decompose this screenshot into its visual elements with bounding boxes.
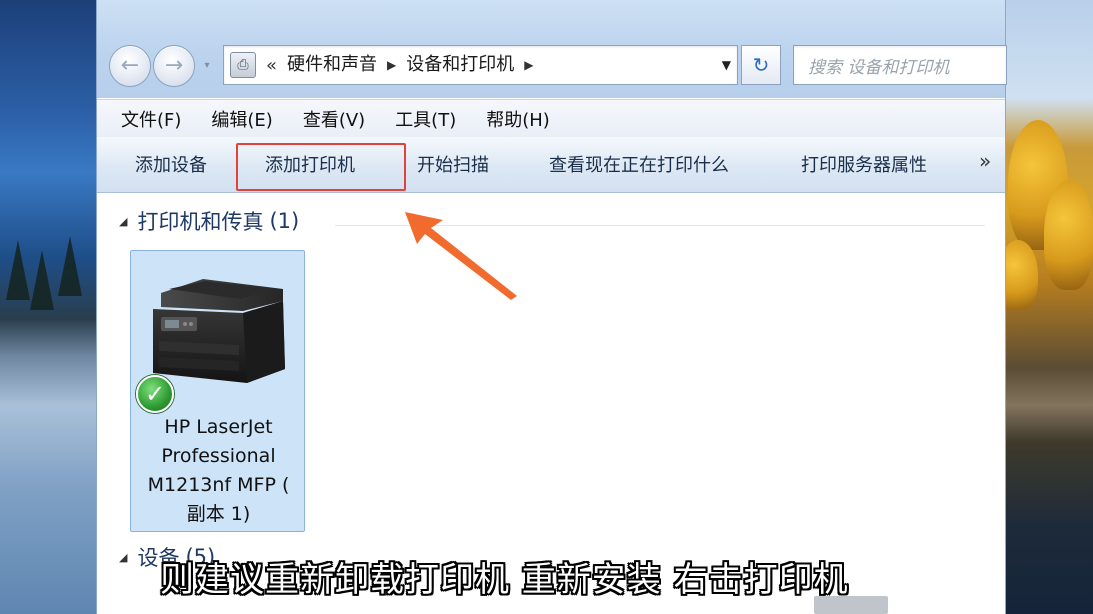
add-device-button[interactable]: 添加设备 [135, 151, 207, 177]
devices-content-area: ◢ 打印机和传真 (1) ✓ HP LaserJet Professional … [97, 194, 1005, 614]
menu-view[interactable]: 查看(V) [303, 106, 365, 132]
printer-item[interactable]: ✓ HP LaserJet Professional M1213nf MFP (… [130, 250, 305, 532]
more-commands-button[interactable]: » [979, 149, 991, 173]
chevron-right-icon[interactable]: ▶ [524, 59, 533, 71]
collapse-triangle-icon[interactable]: ◢ [119, 551, 127, 564]
refresh-button[interactable]: ↻ [741, 45, 781, 85]
print-server-properties-button[interactable]: 打印服务器属性 [801, 151, 927, 177]
menu-file[interactable]: 文件(F) [121, 106, 181, 132]
explorer-window: ← → ▾ ⎙ « 硬件和声音 ▶ 设备和打印机 ▶ ▼ ↻ 搜索 设备和打印机… [96, 0, 1007, 614]
menu-help[interactable]: 帮助(H) [486, 106, 550, 132]
search-input[interactable]: 搜索 设备和打印机 [793, 45, 1007, 85]
command-bar: 添加设备 添加打印机 开始扫描 查看现在正在打印什么 打印服务器属性 » [97, 137, 1005, 193]
video-subtitle: 则建议重新卸载打印机 重新安装 右击打印机 [160, 560, 849, 600]
breadcrumb-devices-printers[interactable]: 设备和打印机 [406, 56, 514, 74]
see-whats-printing-button[interactable]: 查看现在正在打印什么 [549, 151, 729, 177]
screen: ← → ▾ ⎙ « 硬件和声音 ▶ 设备和打印机 ▶ ▼ ↻ 搜索 设备和打印机… [0, 0, 1093, 614]
group-title: 打印机和传真 [137, 210, 264, 234]
add-printer-button[interactable]: 添加打印机 [265, 151, 355, 177]
autumn-tree-shape [1044, 180, 1093, 290]
pine-tree-shape [6, 240, 30, 300]
arrow-left-icon: ← [120, 53, 140, 78]
desktop-wallpaper-left [0, 0, 100, 614]
collapse-triangle-icon[interactable]: ◢ [119, 215, 127, 228]
arrow-right-icon: → [164, 53, 184, 78]
start-scan-button[interactable]: 开始扫描 [417, 151, 489, 177]
default-printer-check-icon: ✓ [136, 375, 174, 413]
forward-button[interactable]: → [153, 45, 195, 87]
group-divider [335, 225, 985, 226]
printer-name-label: HP LaserJet Professional M1213nf MFP ( 副… [147, 416, 290, 525]
back-button[interactable]: ← [109, 45, 151, 87]
pine-tree-shape [58, 236, 82, 296]
menu-tools[interactable]: 工具(T) [395, 106, 456, 132]
chevron-right-icon[interactable]: ▶ [387, 59, 396, 71]
breadcrumb-overflow[interactable]: « [266, 55, 277, 76]
printer-icon [153, 279, 285, 383]
address-dropdown-icon[interactable]: ▼ [722, 58, 731, 72]
menu-edit[interactable]: 编辑(E) [211, 106, 272, 132]
devices-printers-icon: ⎙ [230, 52, 256, 78]
refresh-icon: ↻ [752, 53, 770, 77]
menu-bar: 文件(F) 编辑(E) 查看(V) 工具(T) 帮助(H) [97, 99, 1005, 137]
group-count: (1) [269, 209, 300, 233]
address-bar[interactable]: ⎙ « 硬件和声音 ▶ 设备和打印机 ▶ ▼ [223, 45, 738, 85]
recent-pages-dropdown[interactable]: ▾ [201, 60, 213, 72]
breadcrumb-hardware-sound[interactable]: 硬件和声音 [287, 56, 377, 74]
pine-tree-shape [30, 250, 54, 310]
search-placeholder: 搜索 设备和打印机 [808, 57, 950, 78]
desktop-wallpaper-right [998, 0, 1093, 614]
group-header-printers[interactable]: ◢ 打印机和传真 (1) [119, 206, 299, 236]
